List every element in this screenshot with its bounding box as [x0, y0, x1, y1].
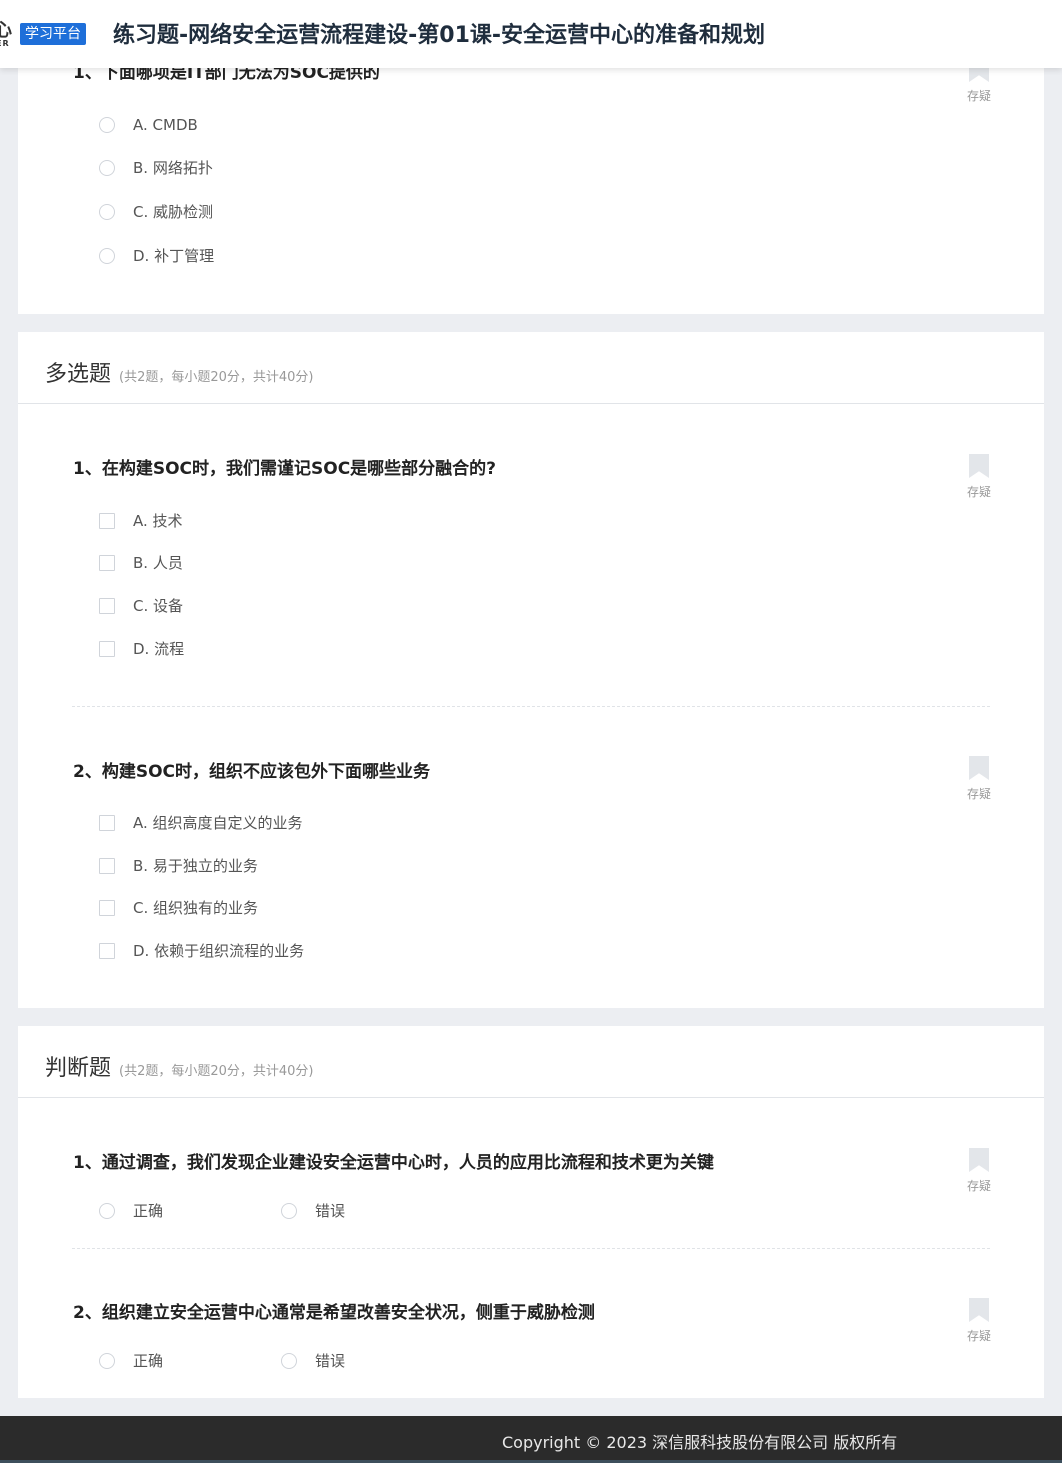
option-label: A. CMDB — [133, 116, 198, 134]
bookmark-icon — [969, 1298, 989, 1322]
option-label: C. 威胁检测 — [133, 203, 214, 221]
section-header: 多选题 (共2题，每小题20分，共计40分) — [18, 332, 1044, 404]
question-divider — [72, 1248, 990, 1249]
radio-button[interactable] — [99, 117, 115, 133]
bookmark-button[interactable]: 存疑 — [959, 756, 999, 802]
section-subtitle: (共2题，每小题20分，共计40分) — [119, 1064, 314, 1079]
bookmark-button[interactable]: 存疑 — [959, 1298, 999, 1344]
option-label: D. 补丁管理 — [133, 247, 215, 265]
option-label: C. 组织独有的业务 — [133, 899, 259, 917]
checkbox[interactable] — [99, 900, 115, 916]
question-title: 1、通过调查，我们发现企业建设安全运营中心时，人员的应用比流程和技术更为关键 — [73, 1153, 714, 1173]
section-title: 多选题 — [45, 362, 112, 387]
question-title: 2、组织建立安全运营中心通常是希望改善安全状况，侧重于威胁检测 — [73, 1303, 595, 1323]
bookmark-label: 存疑 — [966, 1329, 991, 1343]
checkbox[interactable] — [99, 598, 115, 614]
bookmark-icon — [969, 1148, 989, 1172]
bookmark-label: 存疑 — [966, 787, 991, 801]
option-label: D. 流程 — [133, 640, 185, 658]
bookmark-label: 存疑 — [966, 89, 991, 103]
bookmark-icon — [969, 454, 989, 478]
section-header: 判断题 (共2题，每小题20分，共计40分) — [18, 1026, 1044, 1098]
checkbox[interactable] — [99, 513, 115, 529]
option-label: 错误 — [315, 1202, 346, 1220]
option-label: B. 人员 — [133, 554, 183, 572]
option-label: B. 网络拓扑 — [133, 159, 213, 177]
checkbox[interactable] — [99, 641, 115, 657]
bookmark-icon — [969, 756, 989, 780]
radio-button[interactable] — [281, 1353, 297, 1369]
radio-button[interactable] — [99, 204, 115, 220]
section-title: 判断题 — [45, 1056, 112, 1081]
platform-badge[interactable]: 学习平台 — [20, 23, 86, 45]
radio-button[interactable] — [99, 248, 115, 264]
question-title: 2、构建SOC时，组织不应该包外下面哪些业务 — [73, 762, 430, 782]
option-label: B. 易于独立的业务 — [133, 857, 258, 875]
option-label: 错误 — [315, 1352, 346, 1370]
multi-choice-card: 多选题 (共2题，每小题20分，共计40分) 1、在构建SOC时，我们需谨记SO… — [18, 332, 1044, 1008]
section-subtitle: (共2题，每小题20分，共计40分) — [119, 370, 314, 385]
question-title: 1、在构建SOC时，我们需谨记SOC是哪些部分融合的? — [73, 459, 497, 479]
checkbox[interactable] — [99, 815, 115, 831]
radio-button[interactable] — [281, 1203, 297, 1219]
bookmark-label: 存疑 — [966, 1179, 991, 1193]
logo-subtext: ER — [0, 39, 10, 48]
radio-button[interactable] — [99, 160, 115, 176]
radio-button[interactable] — [99, 1353, 115, 1369]
checkbox[interactable] — [99, 555, 115, 571]
judgement-card: 判断题 (共2题，每小题20分，共计40分) 1、通过调查，我们发现企业建设安全… — [18, 1026, 1044, 1398]
bookmark-label: 存疑 — [966, 485, 991, 499]
option-label: 正确 — [133, 1352, 164, 1370]
bookmark-button[interactable]: 存疑 — [959, 454, 999, 500]
page-footer: Copyright © 2023 深信服科技股份有限公司 版权所有 — [0, 1416, 1062, 1463]
logo: 心 ER — [0, 16, 14, 50]
copyright-text: Copyright © 2023 深信服科技股份有限公司 版权所有 — [502, 1433, 898, 1452]
bookmark-button[interactable]: 存疑 — [959, 1148, 999, 1194]
option-label: A. 组织高度自定义的业务 — [133, 814, 303, 832]
checkbox[interactable] — [99, 858, 115, 874]
option-label: A. 技术 — [133, 512, 183, 530]
radio-button[interactable] — [99, 1203, 115, 1219]
option-label: 正确 — [133, 1202, 164, 1220]
option-label: D. 依赖于组织流程的业务 — [133, 942, 305, 960]
top-header: 心 ER 学习平台 练习题-网络安全运营流程建设-第01课-安全运营中心的准备和… — [0, 0, 1062, 68]
page-title: 练习题-网络安全运营流程建设-第01课-安全运营中心的准备和规划 — [113, 23, 766, 48]
question-divider — [72, 706, 990, 707]
checkbox[interactable] — [99, 943, 115, 959]
option-label: C. 设备 — [133, 597, 184, 615]
